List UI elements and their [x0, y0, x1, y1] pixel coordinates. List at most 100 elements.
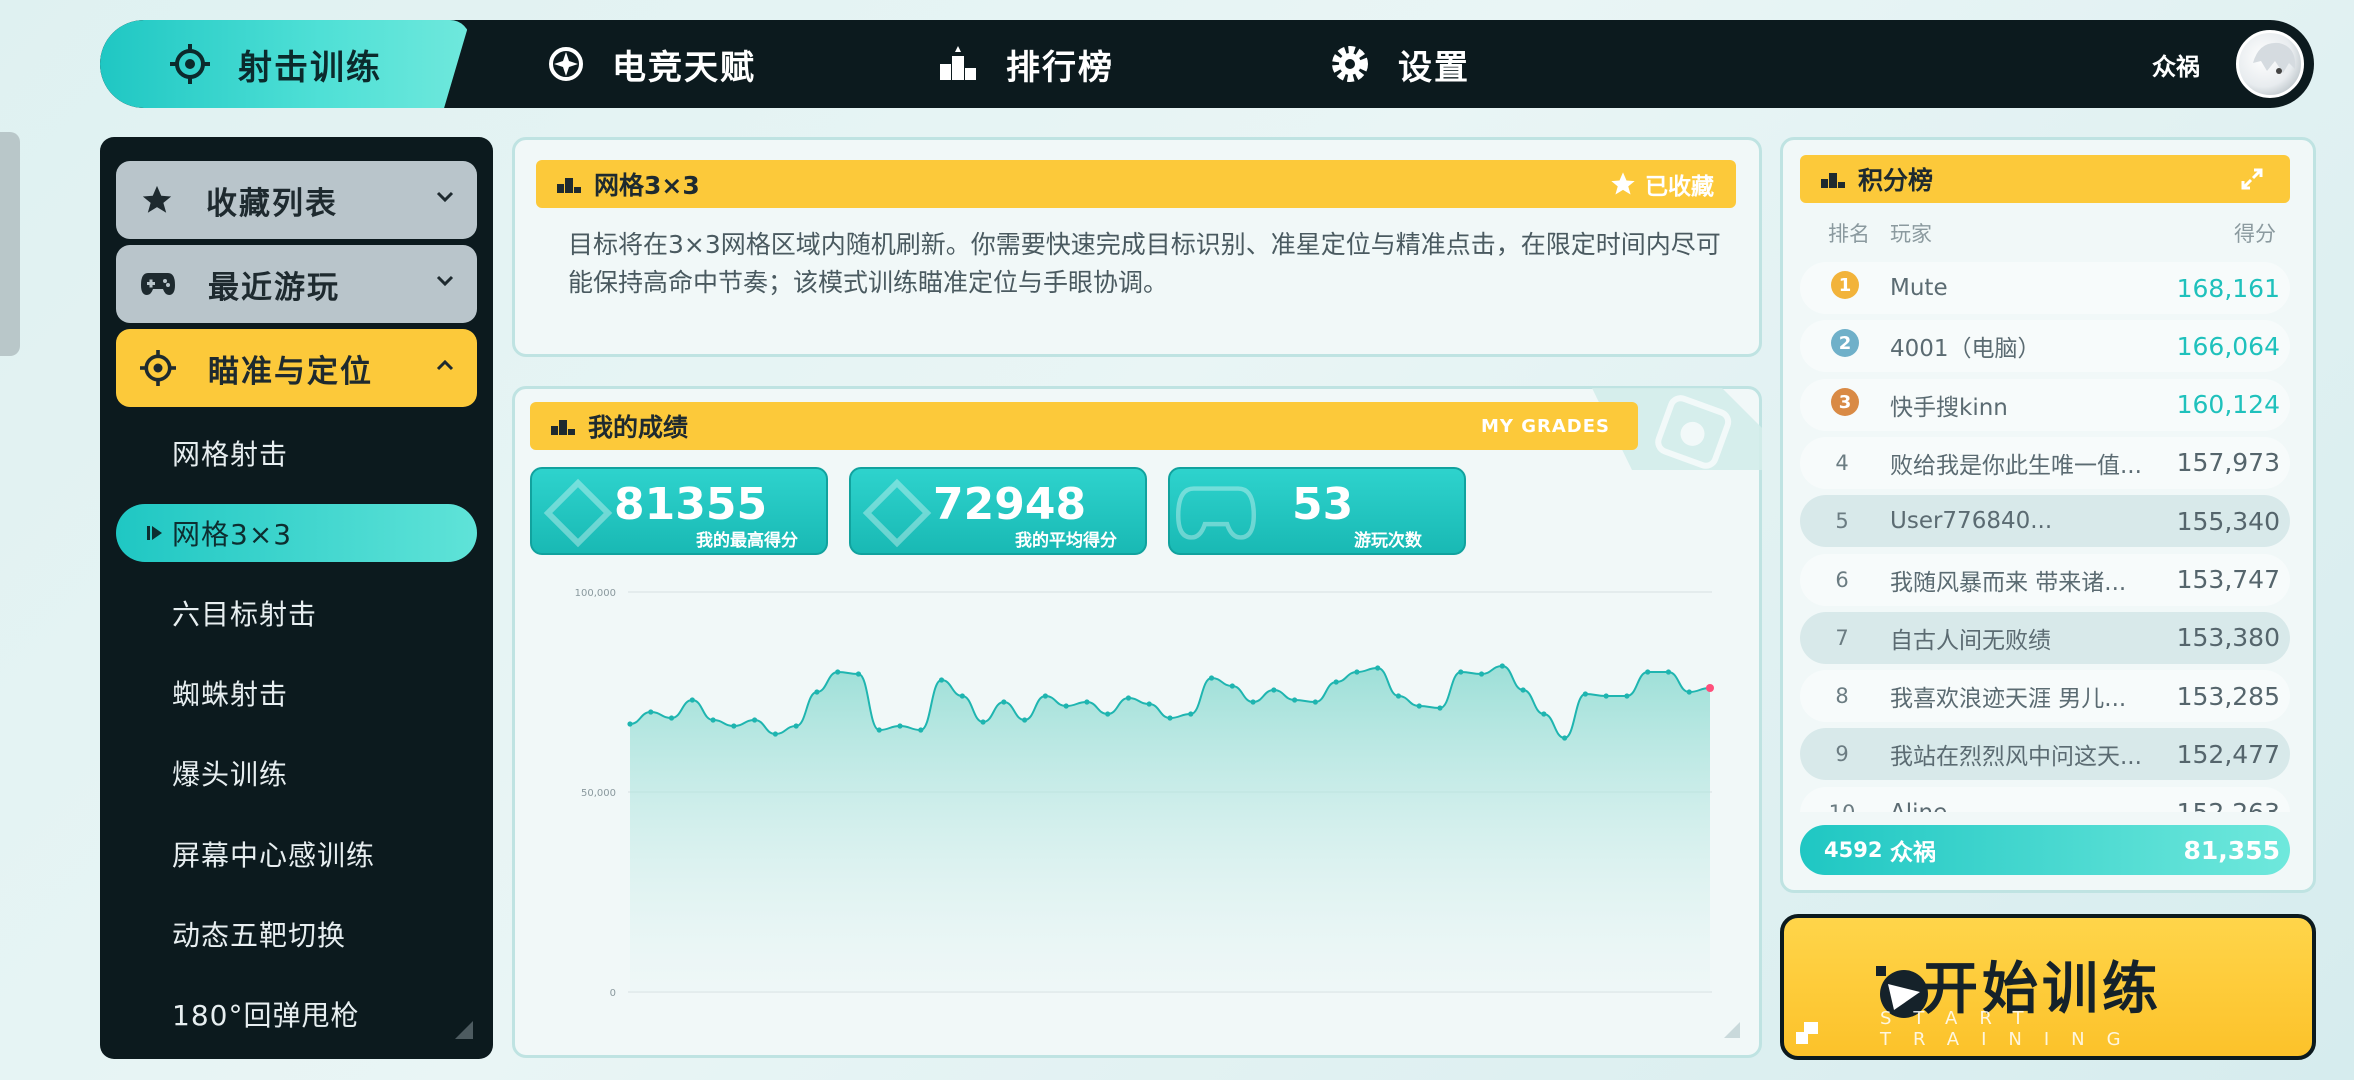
- chart-point: [980, 719, 986, 725]
- mode-item[interactable]: 蜘蛛射击: [172, 664, 288, 722]
- category-label: 最近游玩: [208, 269, 340, 306]
- leaderboard-col-player: 玩家: [1890, 222, 1932, 246]
- expand-icon[interactable]: [2240, 167, 2264, 191]
- play-icon: [147, 526, 162, 540]
- nav-tab-settings[interactable]: 设置: [1330, 20, 1470, 108]
- leaderboard-panel: [1780, 137, 2316, 893]
- chart-point: [1624, 693, 1630, 699]
- avatar-portrait-icon: [2253, 42, 2296, 74]
- nav-tab-talent[interactable]: 电竞天赋: [548, 20, 756, 108]
- stat-value: 72948: [933, 479, 1087, 530]
- category-favorites[interactable]: 收藏列表: [116, 161, 477, 239]
- self-score: 81,355: [2183, 835, 2280, 865]
- nav-tab-leaderboard[interactable]: 排行榜: [938, 20, 1114, 108]
- chevron-down-icon: [436, 191, 454, 203]
- stat-card-plays: 53 游玩次数: [1168, 467, 1466, 555]
- chart-point: [855, 671, 862, 677]
- user-name[interactable]: 众祸: [2152, 20, 2200, 108]
- mode-item[interactable]: 屏幕中心感训练: [172, 825, 375, 883]
- chart-point: [1001, 699, 1007, 705]
- chart-point: [876, 727, 882, 733]
- chart-point: [1333, 679, 1339, 685]
- leaderboard-banner: 积分榜: [1800, 155, 2290, 203]
- chart-point: [814, 689, 820, 695]
- category-recent[interactable]: 最近游玩: [116, 245, 477, 323]
- category-label: 收藏列表: [206, 185, 338, 222]
- nav-tab-label: 设置: [1398, 47, 1470, 88]
- chart-point: [1188, 711, 1194, 717]
- chart-y-tick-label: 100,000: [575, 588, 616, 599]
- score-history-chart: 100,000 50,000 0: [575, 588, 1714, 999]
- podium-icon: [940, 46, 976, 80]
- star-icon: [1611, 172, 1635, 195]
- chart-point: [1250, 699, 1256, 705]
- chart-y-tick-label: 50,000: [581, 788, 616, 799]
- chart-point: [1375, 665, 1381, 671]
- chart-point: [689, 697, 695, 703]
- mode-item-active[interactable]: 网格3×3: [116, 504, 477, 562]
- category-aim-positioning[interactable]: 瞄准与定位: [116, 329, 477, 407]
- chart-point: [1125, 695, 1132, 701]
- nav-tab-shooting[interactable]: 射击训练: [100, 20, 470, 108]
- chart-point: [1541, 711, 1547, 717]
- mode-item[interactable]: 180°回弹甩枪: [172, 985, 359, 1043]
- mode-item[interactable]: 六目标射击: [172, 584, 317, 642]
- corner-triangle-icon: [455, 1021, 473, 1039]
- chart-point: [1665, 669, 1672, 675]
- stat-label: 我的最高得分: [696, 531, 798, 551]
- top-nav: 射击训练 电竞天赋 排行榜 设置 众祸: [100, 20, 2314, 108]
- compass-icon: [549, 47, 583, 81]
- chart-point: [1312, 699, 1318, 705]
- self-name: 众祸: [1890, 840, 1936, 866]
- leaderboard-self-row: 4592 众祸 81,355: [1800, 825, 2290, 875]
- chart-point: [938, 677, 945, 683]
- gamepad-deco-icon: [1176, 486, 1256, 540]
- favorite-toggle[interactable]: 已收藏: [1609, 160, 1714, 208]
- chart-point: [835, 669, 841, 675]
- mode-sidebar: 收藏列表 最近游玩 瞄准与定位 网格射击 网格3×3 六目标射击 蜘蛛射击 爆头…: [100, 137, 493, 1059]
- chart-point: [1208, 675, 1215, 681]
- gamepad-icon: [141, 273, 175, 295]
- start-training-subtitle: START TRAINING: [1880, 1008, 2143, 1050]
- chart-point: [1146, 701, 1152, 707]
- gear-icon: [1332, 46, 1368, 82]
- stat-card-average: 72948 我的平均得分: [849, 467, 1147, 555]
- mode-title-banner: 网格3×3 已收藏: [536, 160, 1736, 208]
- favorite-label: 已收藏: [1645, 174, 1714, 200]
- podium-small-icon: [551, 420, 575, 435]
- chart-point: [1229, 683, 1235, 689]
- side-pull-tab[interactable]: [0, 132, 20, 356]
- nav-tab-label: 射击训练: [238, 47, 382, 88]
- chart-point: [1706, 684, 1714, 692]
- grades-tag: MY GRADES: [1481, 415, 1610, 437]
- start-training-button[interactable]: 开始训练 START TRAINING: [1780, 914, 2316, 1060]
- category-label: 瞄准与定位: [208, 353, 373, 390]
- chart-point: [1478, 671, 1485, 677]
- chart-point: [648, 709, 654, 715]
- chart-point: [772, 731, 778, 737]
- mode-item[interactable]: 动态五靶切换: [172, 905, 346, 963]
- chart-point: [1084, 699, 1090, 705]
- chart-point: [1520, 687, 1526, 693]
- corner-squares-icon: [1796, 1022, 1818, 1044]
- chart-point: [668, 715, 675, 721]
- mode-item[interactable]: 爆头训练: [172, 744, 288, 802]
- mode-description: 目标将在3×3网格区域内随机刷新。你需要快速完成目标识别、准星定位与精准点击，在…: [568, 230, 1721, 297]
- chart-point: [1603, 693, 1609, 699]
- grades-title: 我的成绩: [588, 413, 689, 442]
- podium-small-icon: [557, 178, 581, 193]
- chart-point: [1562, 735, 1568, 741]
- chart-point: [1645, 669, 1651, 675]
- chart-point: [1292, 697, 1298, 703]
- mode-item[interactable]: 网格射击: [172, 424, 288, 482]
- chart-point: [1042, 693, 1048, 699]
- chart-point: [1167, 715, 1173, 721]
- podium-small-icon: [1821, 173, 1845, 188]
- leaderboard-col-rank: 排名: [1828, 222, 1870, 246]
- avatar[interactable]: [2236, 30, 2304, 98]
- mode-title: 网格3×3: [594, 171, 700, 200]
- chart-point: [897, 723, 903, 729]
- chart-point: [918, 727, 924, 733]
- chart-point: [627, 721, 633, 727]
- chevron-up-icon: [436, 359, 454, 371]
